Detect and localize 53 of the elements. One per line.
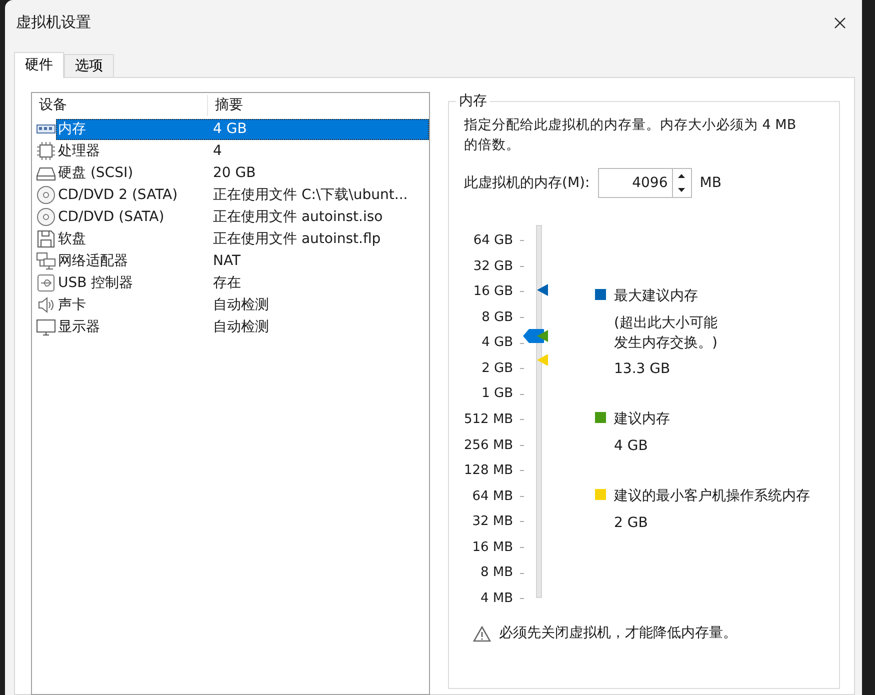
- monitor-icon: [36, 317, 56, 337]
- device-row[interactable]: USB 控制器 存在: [56, 272, 429, 294]
- tick-label: 8 MB: [480, 564, 513, 582]
- legend-label: 最大建议内存: [614, 287, 699, 306]
- window-title: 虚拟机设置: [16, 12, 91, 34]
- tick-label: 16 MB: [472, 538, 513, 557]
- field-label: 此虚拟机的内存(M):: [464, 174, 590, 192]
- tick-label: 1 GB: [482, 385, 513, 404]
- device-row[interactable]: 显示器 自动检测: [56, 316, 429, 338]
- tab[interactable]: 选项: [64, 54, 114, 77]
- tick-label: 128 MB: [464, 462, 514, 480]
- chip-icon: [36, 141, 56, 161]
- up-arrow-icon: [678, 174, 686, 178]
- tick-label: 64 GB: [473, 232, 513, 250]
- warning-text: 必须先关闭虚拟机，才能降低内存量。: [499, 624, 737, 643]
- tick-label: 512 MB: [464, 410, 514, 429]
- legend-value: 4 GB: [614, 437, 649, 456]
- tab[interactable]: 硬件: [14, 52, 64, 78]
- tick-label: 32 GB: [473, 258, 513, 276]
- column-header[interactable]: 设备: [32, 95, 208, 116]
- tick-label: 16 GB: [473, 283, 513, 302]
- device-row[interactable]: 处理器 4: [56, 140, 429, 162]
- device-row[interactable]: 网络适配器 NAT: [56, 250, 429, 272]
- speaker-icon: [36, 295, 56, 315]
- device-row[interactable]: 内存 4 GB: [56, 118, 429, 140]
- legend-label: 建议的最小客户机操作系统内存: [614, 487, 810, 506]
- legend-note: (超出此大小可能发生内存交换。): [614, 314, 718, 353]
- legend-value: 13.3 GB: [614, 360, 672, 379]
- description-text: 指定分配给此虚拟机的内存量。内存大小必须为 4 MB 的倍数。: [464, 116, 798, 155]
- tick-label: 4 MB: [480, 590, 513, 608]
- device-row[interactable]: CD/DVD (SATA) 正在使用文件 autoinst.iso: [56, 206, 429, 228]
- unit-label: MB: [700, 174, 722, 192]
- disc-icon: [36, 207, 56, 227]
- disc-icon: [36, 185, 56, 205]
- legend-label: 建议内存: [614, 410, 670, 429]
- memory-field[interactable]: 4096: [598, 168, 672, 198]
- device-row[interactable]: CD/DVD 2 (SATA) 正在使用文件 C:\下载\ubunt...: [56, 184, 429, 206]
- tick-label: 4 GB: [482, 334, 513, 352]
- device-row[interactable]: 硬盘 (SCSI) 20 GB: [56, 162, 429, 184]
- network-icon: [36, 251, 56, 271]
- tick-label: 256 MB: [464, 436, 514, 455]
- legend-value: 2 GB: [614, 514, 649, 533]
- tick-label: 8 GB: [482, 308, 513, 327]
- tick-label: 32 MB: [472, 513, 513, 532]
- close-icon: [834, 16, 846, 28]
- tick-label: 2 GB: [482, 360, 513, 378]
- warning-icon: [473, 626, 491, 642]
- usb-icon: [36, 273, 56, 293]
- device-row[interactable]: 软盘 正在使用文件 autoinst.flp: [56, 228, 429, 250]
- device-row[interactable]: 声卡 自动检测: [56, 294, 429, 316]
- tick-label: 64 MB: [472, 488, 513, 506]
- column-header[interactable]: 摘要: [208, 95, 243, 116]
- down-arrow-icon: [678, 188, 686, 192]
